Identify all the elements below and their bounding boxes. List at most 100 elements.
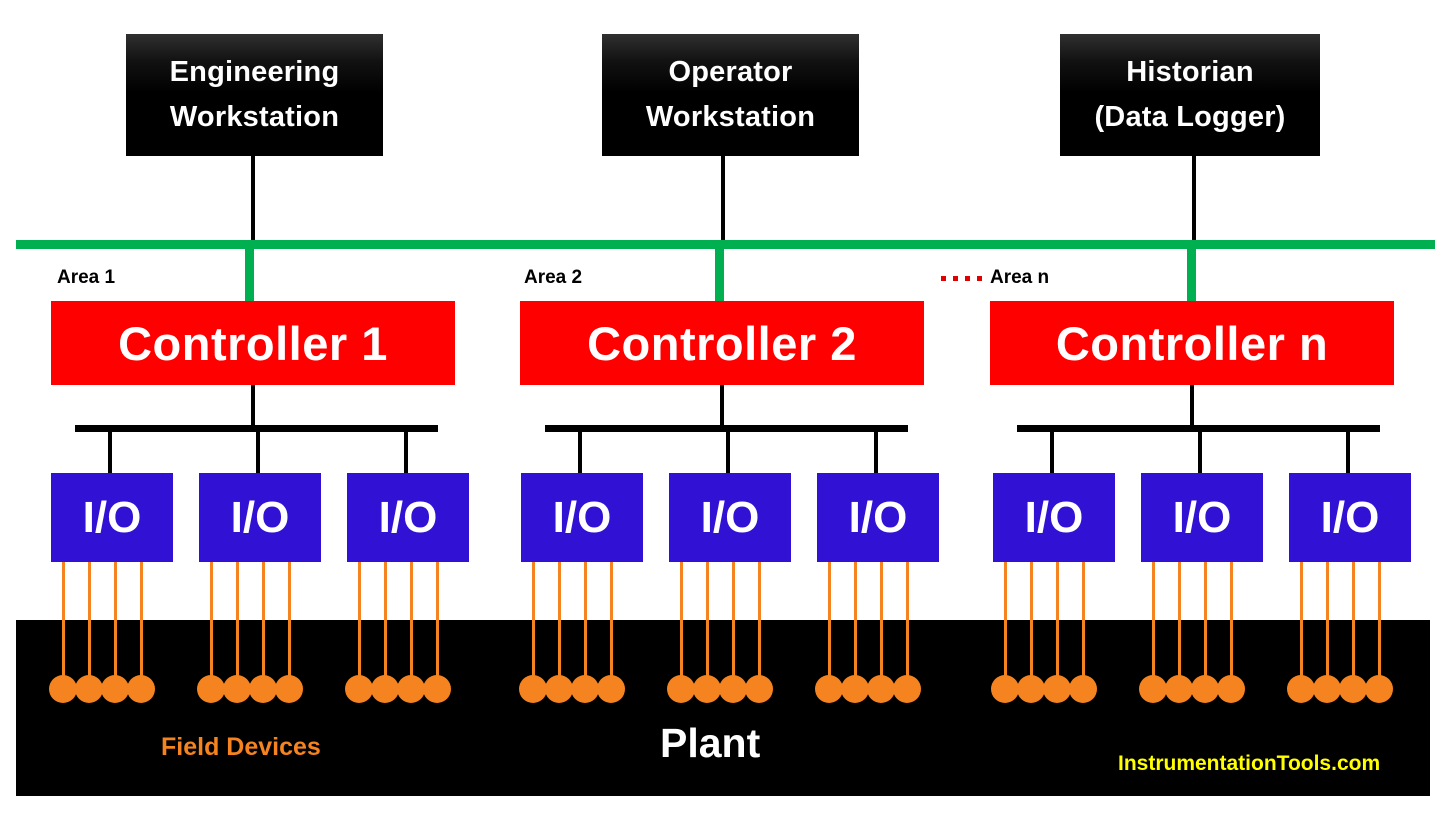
field-device-line (114, 562, 117, 681)
field-device-line (1030, 562, 1033, 681)
iobus-to-io-line (256, 432, 260, 473)
workstation-box-historian[interactable]: Historian (Data Logger) (1060, 34, 1320, 156)
field-device-dot (1217, 675, 1245, 703)
field-device-line (558, 562, 561, 681)
field-device-dot (49, 675, 77, 703)
controller-box-1[interactable]: Controller 1 (51, 301, 455, 385)
field-device-dot (1017, 675, 1045, 703)
field-device-dot (745, 675, 773, 703)
iobus-to-io-line (874, 432, 878, 473)
field-device-line (732, 562, 735, 681)
field-device-dot (197, 675, 225, 703)
workstation-box-engineering-workstation[interactable]: Engineering Workstation (126, 34, 383, 156)
iobus-to-io-line (726, 432, 730, 473)
network-bus (16, 240, 1435, 249)
workstation-box-operator-workstation[interactable]: Operator Workstation (602, 34, 859, 156)
field-device-dot (423, 675, 451, 703)
field-device-line (1082, 562, 1085, 681)
field-device-dot (841, 675, 869, 703)
field-device-dot (371, 675, 399, 703)
io-module-3-2[interactable]: I/O (1141, 473, 1263, 562)
watermark-instrumentationtools: InstrumentationTools.com (1118, 752, 1381, 775)
field-device-line (1378, 562, 1381, 681)
workstation-drop-line (1192, 156, 1196, 244)
field-device-dot (1139, 675, 1167, 703)
field-device-dot (249, 675, 277, 703)
field-device-dot (545, 675, 573, 703)
field-device-dot (667, 675, 695, 703)
field-device-dot (397, 675, 425, 703)
io-module-2-3[interactable]: I/O (817, 473, 939, 562)
area-green-drop-line (1187, 248, 1196, 302)
io-module-1-1[interactable]: I/O (51, 473, 173, 562)
io-bus (1017, 425, 1380, 432)
field-device-line (1056, 562, 1059, 681)
field-device-line (88, 562, 91, 681)
ellipsis-dot (977, 276, 982, 281)
controller-box-3[interactable]: Controller n (990, 301, 1394, 385)
field-device-dot (223, 675, 251, 703)
field-device-dot (519, 675, 547, 703)
field-device-line (62, 562, 65, 681)
field-device-line (854, 562, 857, 681)
workstation-label-line1: Engineering (169, 56, 340, 89)
io-bus (545, 425, 908, 432)
field-device-dot (75, 675, 103, 703)
field-device-line (288, 562, 291, 681)
field-device-line (1352, 562, 1355, 681)
io-module-1-2[interactable]: I/O (199, 473, 321, 562)
field-device-line (1300, 562, 1303, 681)
field-device-dot (893, 675, 921, 703)
field-device-line (880, 562, 883, 681)
workstation-label-line2: Workstation (169, 101, 340, 133)
field-device-line (610, 562, 613, 681)
io-module-3-1[interactable]: I/O (993, 473, 1115, 562)
field-device-dot (1191, 675, 1219, 703)
field-device-dot (991, 675, 1019, 703)
field-device-line (680, 562, 683, 681)
workstation-label-line2: Workstation (645, 101, 816, 133)
plant-label: Plant (660, 720, 761, 766)
iobus-to-io-line (1198, 432, 1202, 473)
field-device-line (1178, 562, 1181, 681)
area-green-drop-line (245, 248, 254, 302)
field-device-line (410, 562, 413, 681)
area-green-drop-line (715, 248, 724, 302)
controller-box-2[interactable]: Controller 2 (520, 301, 924, 385)
field-device-dot (1339, 675, 1367, 703)
ellipsis-dot (953, 276, 958, 281)
field-device-line (906, 562, 909, 681)
field-device-dot (127, 675, 155, 703)
ellipsis-dot (941, 276, 946, 281)
dcs-architecture-diagram: Engineering Workstation Operator Workstatio… (0, 0, 1451, 821)
io-module-2-2[interactable]: I/O (669, 473, 791, 562)
field-device-line (384, 562, 387, 681)
field-device-line (584, 562, 587, 681)
iobus-to-io-line (1346, 432, 1350, 473)
field-device-dot (571, 675, 599, 703)
field-device-dot (345, 675, 373, 703)
field-device-line (532, 562, 535, 681)
area-label-3: Area n (990, 267, 1050, 288)
area-ellipsis-dots (941, 276, 982, 281)
io-module-1-3[interactable]: I/O (347, 473, 469, 562)
field-device-dot (275, 675, 303, 703)
area-label-1: Area 1 (57, 267, 116, 288)
field-device-line (262, 562, 265, 681)
field-device-line (1152, 562, 1155, 681)
iobus-to-io-line (1050, 432, 1054, 473)
field-device-dot (693, 675, 721, 703)
field-device-line (1326, 562, 1329, 681)
io-module-3-3[interactable]: I/O (1289, 473, 1411, 562)
field-device-line (436, 562, 439, 681)
iobus-to-io-line (578, 432, 582, 473)
ellipsis-dot (965, 276, 970, 281)
workstation-label-line2: (Data Logger) (1094, 101, 1286, 133)
workstation-drop-line (721, 156, 725, 244)
io-module-2-1[interactable]: I/O (521, 473, 643, 562)
field-device-dot (1165, 675, 1193, 703)
field-device-line (758, 562, 761, 681)
field-device-dot (867, 675, 895, 703)
field-device-dot (1313, 675, 1341, 703)
field-device-dot (597, 675, 625, 703)
